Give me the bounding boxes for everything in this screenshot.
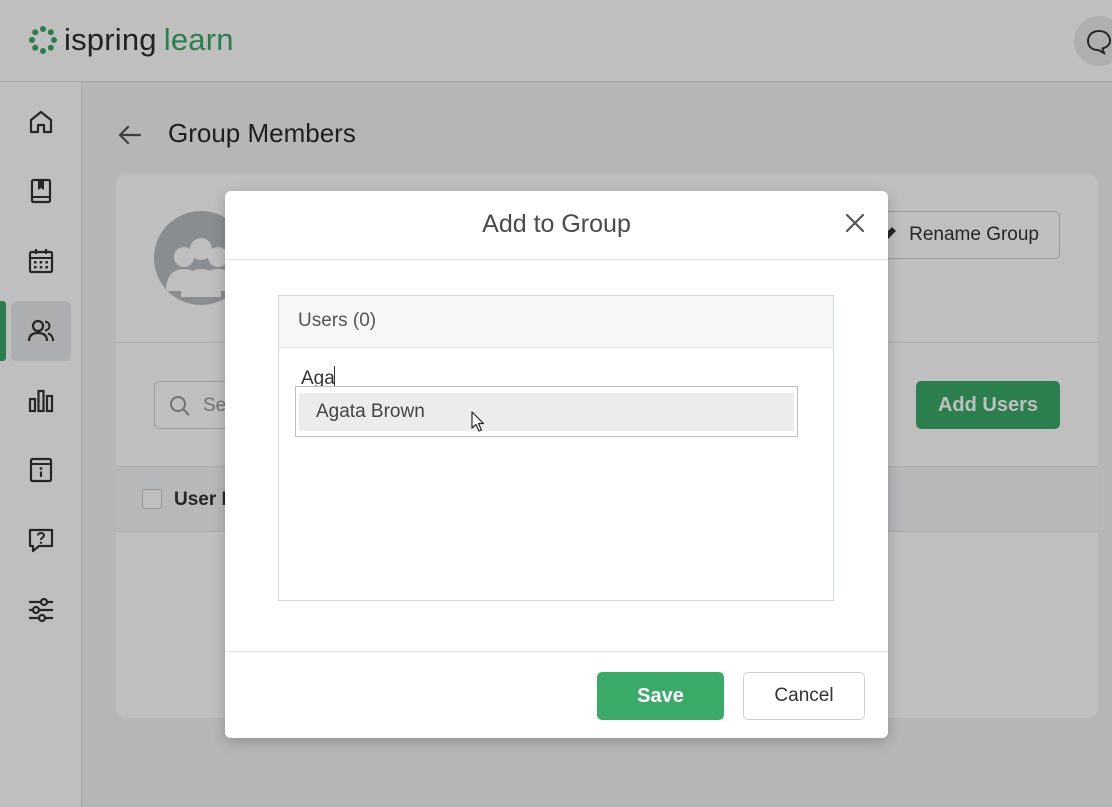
text-caret xyxy=(334,366,335,388)
cancel-button[interactable]: Cancel xyxy=(743,672,865,720)
dialog-header: Add to Group xyxy=(225,191,888,260)
dialog-title: Add to Group xyxy=(482,210,631,238)
users-count-label: Users (0) xyxy=(298,310,377,331)
users-panel: Users (0) Agata Brown xyxy=(278,295,834,601)
user-suggestion-dropdown: Agata Brown xyxy=(295,386,798,437)
suggestion-label: Agata Brown xyxy=(316,401,425,422)
mouse-pointer-icon xyxy=(471,411,485,432)
close-icon[interactable] xyxy=(843,211,867,235)
save-button[interactable]: Save xyxy=(597,672,724,720)
suggestion-item[interactable]: Agata Brown xyxy=(299,393,794,432)
users-panel-header: Users (0) xyxy=(279,296,833,348)
add-to-group-dialog: Add to Group Users (0) Agata Brown Save … xyxy=(225,191,888,738)
dialog-footer: Save Cancel xyxy=(225,651,888,738)
